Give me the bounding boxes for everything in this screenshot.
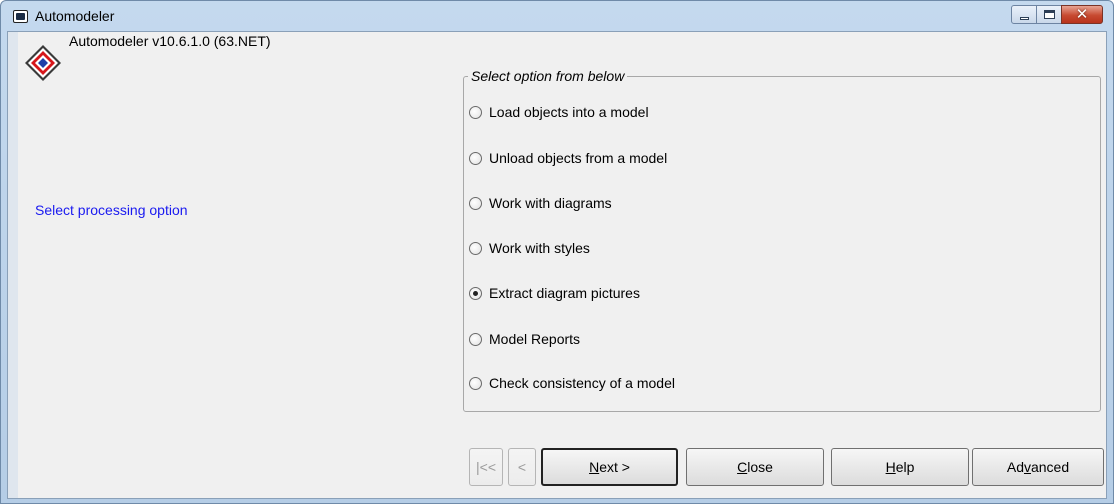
app-window-icon[interactable] <box>13 10 28 23</box>
option-label: Check consistency of a model <box>489 375 675 391</box>
close-window-button[interactable]: ✕ <box>1061 5 1103 24</box>
window-controls: ✕ <box>1011 5 1103 25</box>
option-unload-objects[interactable]: Unload objects from a model <box>469 149 667 167</box>
options-legend: Select option from below <box>468 68 628 84</box>
radio-button[interactable] <box>469 241 482 255</box>
minimize-button[interactable] <box>1011 5 1037 24</box>
help-button[interactable]: Help <box>831 448 969 486</box>
radio-button[interactable] <box>469 151 482 165</box>
option-label: Load objects into a model <box>489 104 649 120</box>
option-work-with-diagrams[interactable]: Work with diagrams <box>469 194 612 212</box>
option-label: Model Reports <box>489 331 581 347</box>
advanced-button[interactable]: Advanced <box>972 448 1104 486</box>
close-button[interactable]: Close <box>686 448 824 486</box>
radio-button[interactable] <box>469 332 482 346</box>
radio-button[interactable] <box>469 196 482 210</box>
close-icon: ✕ <box>1075 6 1089 23</box>
left-strip <box>8 32 18 498</box>
title-bar[interactable]: Automodeler ✕ <box>1 1 1113 31</box>
option-label: Extract diagram pictures <box>489 285 640 301</box>
first-page-button[interactable]: |<< <box>469 448 503 486</box>
maximize-icon <box>1044 10 1055 19</box>
option-extract-diagram-pictures[interactable]: Extract diagram pictures <box>469 284 640 302</box>
window-title: Automodeler <box>35 8 115 24</box>
radio-button-checked[interactable] <box>469 286 482 300</box>
option-label: Unload objects from a model <box>489 150 668 166</box>
version-label: Automodeler v10.6.1.0 (63.NET) <box>69 33 271 49</box>
radio-button[interactable] <box>469 376 482 390</box>
diamond-logo-icon <box>25 45 61 81</box>
option-load-objects[interactable]: Load objects into a model <box>469 103 649 121</box>
option-label: Work with diagrams <box>489 195 612 211</box>
radio-button[interactable] <box>469 105 482 119</box>
next-button[interactable]: Next > <box>541 448 678 486</box>
processing-hint: Select processing option <box>35 202 188 218</box>
app-window: Automodeler ✕ Automodeler v10.6.1.0 (63.… <box>0 0 1114 504</box>
minimize-icon <box>1020 17 1029 20</box>
dialog-client-area: Automodeler v10.6.1.0 (63.NET) Select pr… <box>7 31 1107 499</box>
previous-button[interactable]: < <box>508 448 536 486</box>
option-work-with-styles[interactable]: Work with styles <box>469 239 590 257</box>
option-model-reports[interactable]: Model Reports <box>469 330 580 348</box>
option-check-consistency[interactable]: Check consistency of a model <box>469 374 675 392</box>
maximize-button[interactable] <box>1036 5 1062 24</box>
option-label: Work with styles <box>489 240 590 256</box>
